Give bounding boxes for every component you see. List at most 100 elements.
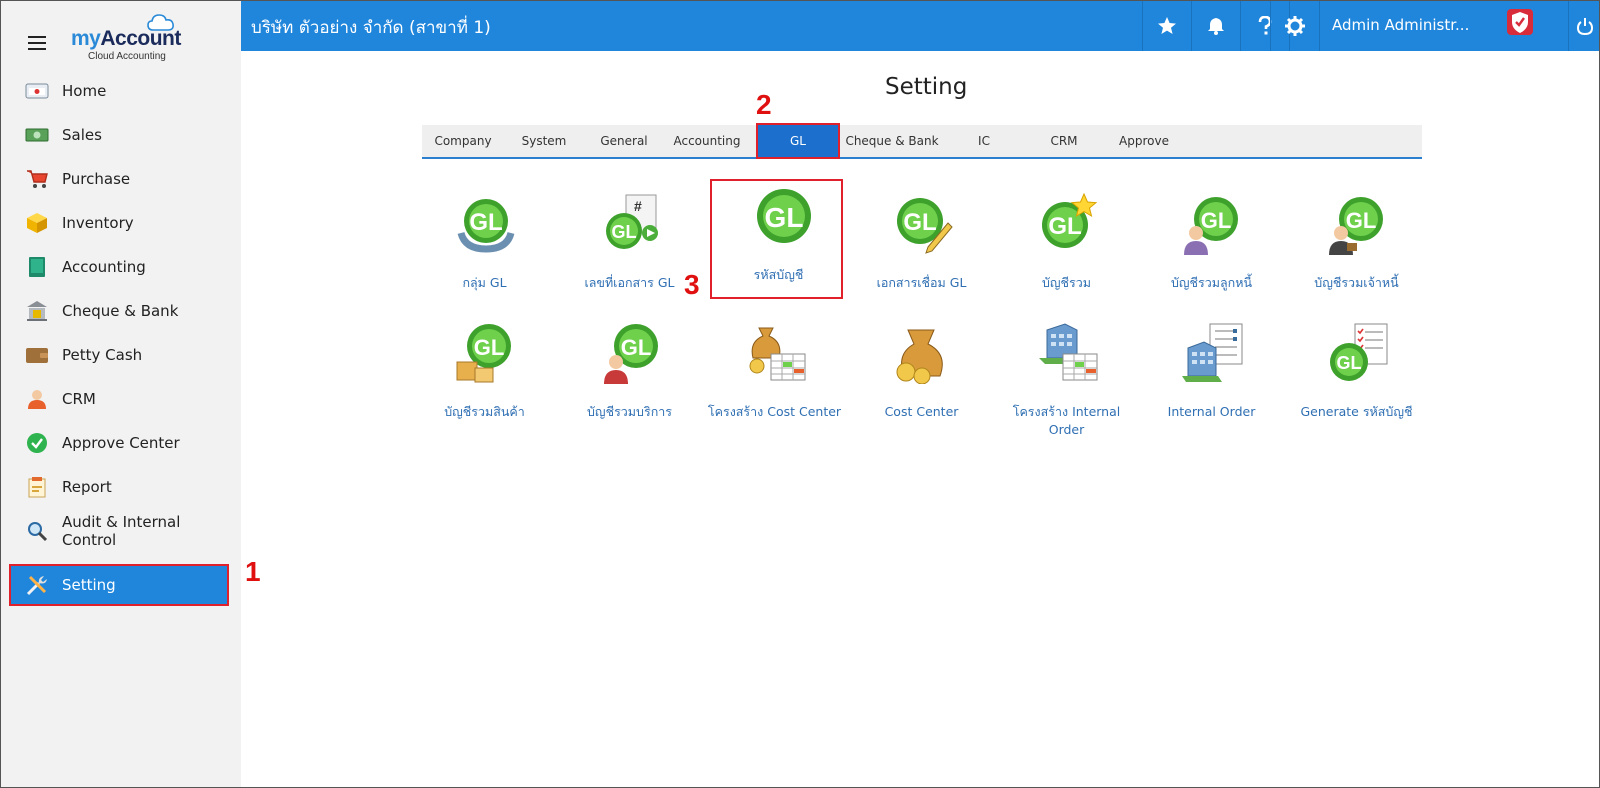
sidebar-item-setting[interactable]: Setting	[9, 564, 229, 606]
tile-label: Internal Order	[1167, 404, 1256, 419]
tile-label: บัญชีรวมบริการ	[587, 404, 672, 419]
tile-label: เอกสารเชื่อม GL	[876, 275, 967, 290]
callout-2: 2	[756, 89, 772, 120]
sidebar-item-inventory[interactable]: Inventory	[11, 203, 227, 243]
user-name: Admin Administr...	[1332, 16, 1470, 34]
svg-text:GL: GL	[1048, 213, 1081, 240]
tile-account-code[interactable]: GL รหัสบัญชี	[710, 179, 843, 299]
service-control-icon: GL	[604, 324, 658, 384]
sidebar-item-label: Inventory	[62, 214, 134, 232]
tile-label: บัญชีรวมลูกหนี้	[1170, 275, 1253, 290]
logout-button[interactable]	[1568, 1, 1599, 51]
favorites-button[interactable]	[1142, 1, 1191, 51]
top-bar: บริษัท ตัวอย่าง จำกัด (สาขาที่ 1) Admin …	[241, 1, 1599, 51]
logo[interactable]: myAccount Cloud Accounting	[71, 13, 191, 63]
control-account-icon: GL	[1042, 193, 1098, 248]
tile-label: โครงสร้าง Internal Order	[1012, 404, 1121, 437]
tile-gl-group[interactable]: GL กลุ่ม GL	[412, 187, 557, 312]
gl-link-document-icon: GL	[897, 198, 953, 254]
svg-text:GL: GL	[903, 209, 936, 236]
tile-label: บัญชีรวมสินค้า	[444, 404, 525, 419]
report-icon	[25, 475, 49, 499]
sidebar-item-sales[interactable]: Sales	[11, 115, 227, 155]
menu-icon[interactable]	[28, 36, 46, 50]
account-code-icon: GL	[757, 189, 811, 243]
callout-1: 1	[245, 556, 261, 587]
svg-text:GL: GL	[1201, 208, 1232, 233]
svg-text:GL: GL	[765, 202, 804, 233]
sidebar-item-label: Home	[62, 82, 107, 100]
tab-company[interactable]: Company	[422, 125, 504, 157]
inventory-control-icon: GL	[456, 324, 511, 383]
sidebar-item-purchase[interactable]: Purchase	[11, 159, 227, 199]
sidebar-item-cheque-bank[interactable]: Cheque & Bank	[11, 291, 227, 331]
power-icon	[1577, 18, 1593, 35]
tab-accounting[interactable]: Accounting	[664, 125, 750, 157]
tile-ap-control[interactable]: GL บัญชีรวมเจ้าหนี้	[1284, 187, 1429, 312]
page-title: Setting	[885, 74, 968, 100]
notifications-button[interactable]	[1191, 1, 1240, 51]
svg-text:GL: GL	[469, 209, 502, 236]
sidebar-item-petty-cash[interactable]: Petty Cash	[11, 335, 227, 375]
money-icon	[25, 123, 49, 147]
tile-inventory-control[interactable]: GL บัญชีรวมสินค้า	[412, 316, 557, 441]
company-name[interactable]: บริษัท ตัวอย่าง จำกัด (สาขาที่ 1)	[251, 14, 491, 41]
sidebar-item-approve-center[interactable]: Approve Center	[11, 423, 227, 463]
tile-service-control[interactable]: GL บัญชีรวมบริการ	[557, 316, 702, 441]
tile-internal-order-structure[interactable]: โครงสร้าง Internal Order	[994, 316, 1139, 441]
tile-control-account[interactable]: GL บัญชีรวม	[994, 187, 1139, 312]
sidebar-item-label: Audit & Internal Control	[62, 513, 181, 549]
check-circle-icon	[25, 431, 49, 455]
tools-icon	[25, 573, 49, 597]
svg-text:GL: GL	[474, 335, 505, 360]
sidebar-item-label: Purchase	[62, 170, 131, 188]
internal-order-icon	[1182, 323, 1243, 382]
tile-gl-link-doc[interactable]: GL เอกสารเชื่อม GL	[849, 187, 994, 312]
cart-icon	[25, 167, 49, 191]
people-icon	[25, 387, 49, 411]
svg-text:#: #	[634, 198, 642, 214]
sidebar-item-home[interactable]: Home	[11, 71, 227, 111]
tab-cheque-bank[interactable]: Cheque & Bank	[840, 125, 944, 157]
tab-general[interactable]: General	[584, 125, 664, 157]
logo-subtitle: Cloud Accounting	[88, 51, 166, 62]
sidebar-item-audit[interactable]: Audit & Internal Control	[11, 511, 227, 551]
settings-button[interactable]	[1270, 1, 1319, 51]
generate-account-code-icon: GL	[1330, 323, 1388, 381]
tab-ic[interactable]: IC	[944, 125, 1024, 157]
user-menu[interactable]: Admin Administr...	[1319, 1, 1566, 51]
tab-crm[interactable]: CRM	[1024, 125, 1104, 157]
tab-approve[interactable]: Approve	[1104, 125, 1184, 157]
tile-gl-doc-number[interactable]: # GL เลขที่เอกสาร GL	[557, 187, 702, 312]
tab-system[interactable]: System	[504, 125, 584, 157]
tile-label: กลุ่ม GL	[462, 275, 507, 290]
tab-gl[interactable]: GL	[756, 123, 840, 159]
book-icon	[25, 255, 49, 279]
sidebar-item-label: Petty Cash	[62, 346, 143, 364]
svg-text:GL: GL	[1337, 353, 1362, 373]
tile-label: รหัสบัญชี	[753, 267, 804, 282]
star-icon	[1158, 17, 1176, 34]
tile-ar-control[interactable]: GL บัญชีรวมลูกหนี้	[1139, 187, 1284, 312]
brand: myAccount Cloud Accounting	[1, 1, 241, 67]
app-window: myAccount Cloud Accounting Home Sales Pu…	[0, 0, 1600, 788]
home-icon	[25, 79, 49, 103]
sidebar-item-crm[interactable]: CRM	[11, 379, 227, 419]
tile-label: โครงสร้าง Cost Center	[707, 404, 842, 419]
tile-generate-account-code[interactable]: GL Generate รหัสบัญชี	[1284, 316, 1429, 441]
sidebar-item-label: CRM	[62, 390, 96, 408]
sidebar-item-accounting[interactable]: Accounting	[11, 247, 227, 287]
settings-tabs: Company System General Accounting GL Che…	[422, 123, 1422, 159]
box-icon	[25, 211, 49, 235]
sidebar-item-report[interactable]: Report	[11, 467, 227, 507]
gl-document-number-icon: # GL	[606, 194, 658, 249]
ap-control-icon: GL	[1329, 197, 1383, 255]
tile-label: บัญชีรวมเจ้าหนี้	[1314, 275, 1399, 290]
money-bag-icon	[896, 329, 943, 384]
sidebar-item-label: Sales	[62, 126, 102, 144]
svg-text:GL: GL	[621, 335, 652, 360]
sidebar-item-label: Accounting	[62, 258, 146, 276]
tile-internal-order[interactable]: Internal Order	[1139, 316, 1284, 441]
tile-cost-center-structure[interactable]: โครงสร้าง Cost Center	[702, 316, 847, 441]
tile-cost-center[interactable]: Cost Center	[849, 316, 994, 441]
